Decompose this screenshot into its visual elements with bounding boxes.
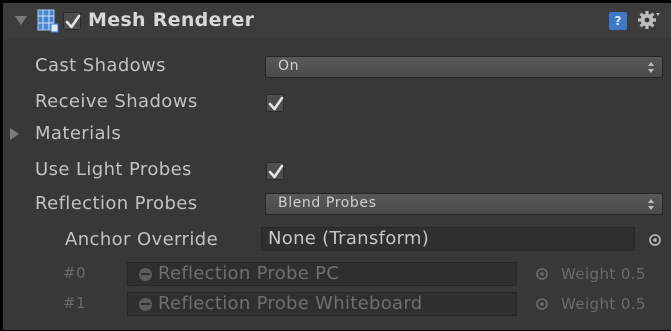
gear-icon[interactable]: [637, 9, 661, 31]
cast-shadows-dropdown[interactable]: On: [265, 56, 663, 78]
use-light-probes-checkbox[interactable]: [266, 162, 284, 180]
checkmark-icon: [268, 164, 284, 179]
anchor-override-field[interactable]: None (Transform): [261, 227, 635, 251]
dropdown-arrows-icon: [648, 62, 654, 73]
probe-list-row: #1 Reflection Probe Whiteboard Weight 0.…: [3, 290, 671, 318]
probe-field: Reflection Probe Whiteboard: [127, 292, 517, 316]
reflection-probe-icon: [139, 268, 152, 281]
object-picker-icon: [536, 298, 548, 310]
use-light-probes-row: Use Light Probes: [3, 157, 671, 183]
component-title: Mesh Renderer: [88, 9, 255, 31]
checkmark-icon: [65, 14, 81, 29]
probe-weight: Weight 0.5: [561, 265, 646, 283]
collapse-arrow-icon[interactable]: [15, 16, 27, 25]
materials-row[interactable]: Materials: [3, 121, 671, 147]
reflection-probe-icon: [139, 298, 152, 311]
reflection-probes-label: Reflection Probes: [35, 193, 198, 214]
reflection-probes-row: Reflection Probes Blend Probes: [3, 191, 671, 217]
help-icon[interactable]: ?: [609, 12, 627, 30]
use-light-probes-label: Use Light Probes: [35, 159, 192, 180]
help-glyph: ?: [614, 14, 622, 28]
probe-index: #0: [63, 264, 86, 282]
receive-shadows-checkbox[interactable]: [266, 94, 284, 112]
expand-arrow-icon[interactable]: [10, 128, 19, 140]
reflection-probes-dropdown[interactable]: Blend Probes: [265, 193, 663, 215]
receive-shadows-label: Receive Shadows: [35, 91, 198, 112]
receive-shadows-row: Receive Shadows: [3, 89, 671, 115]
mesh-renderer-icon: [37, 9, 59, 33]
probe-list-row: #0 Reflection Probe PC Weight 0.5: [3, 260, 671, 288]
cast-shadows-row: Cast Shadows On: [3, 53, 671, 79]
cast-shadows-value: On: [278, 58, 300, 74]
probe-index: #1: [63, 294, 86, 312]
materials-label[interactable]: Materials: [35, 123, 121, 144]
component-header[interactable]: Mesh Renderer ?: [3, 3, 671, 39]
anchor-override-label: Anchor Override: [65, 229, 219, 250]
probe-field: Reflection Probe PC: [127, 262, 517, 286]
probe-weight: Weight 0.5: [561, 295, 646, 313]
checkmark-icon: [268, 96, 284, 111]
component-enabled-checkbox[interactable]: [63, 12, 81, 30]
dropdown-arrows-icon: [648, 199, 654, 210]
anchor-override-row: Anchor Override None (Transform): [3, 225, 671, 253]
mesh-renderer-inspector: Mesh Renderer ? Cast Shadows On Receive …: [3, 3, 671, 330]
anchor-override-value: None (Transform): [268, 228, 430, 249]
cast-shadows-label: Cast Shadows: [35, 55, 166, 76]
probe-name: Reflection Probe Whiteboard: [158, 293, 423, 314]
object-picker-icon: [536, 268, 548, 280]
probe-name: Reflection Probe PC: [158, 263, 340, 284]
reflection-probes-value: Blend Probes: [278, 195, 377, 211]
object-picker-icon[interactable]: [648, 233, 662, 247]
